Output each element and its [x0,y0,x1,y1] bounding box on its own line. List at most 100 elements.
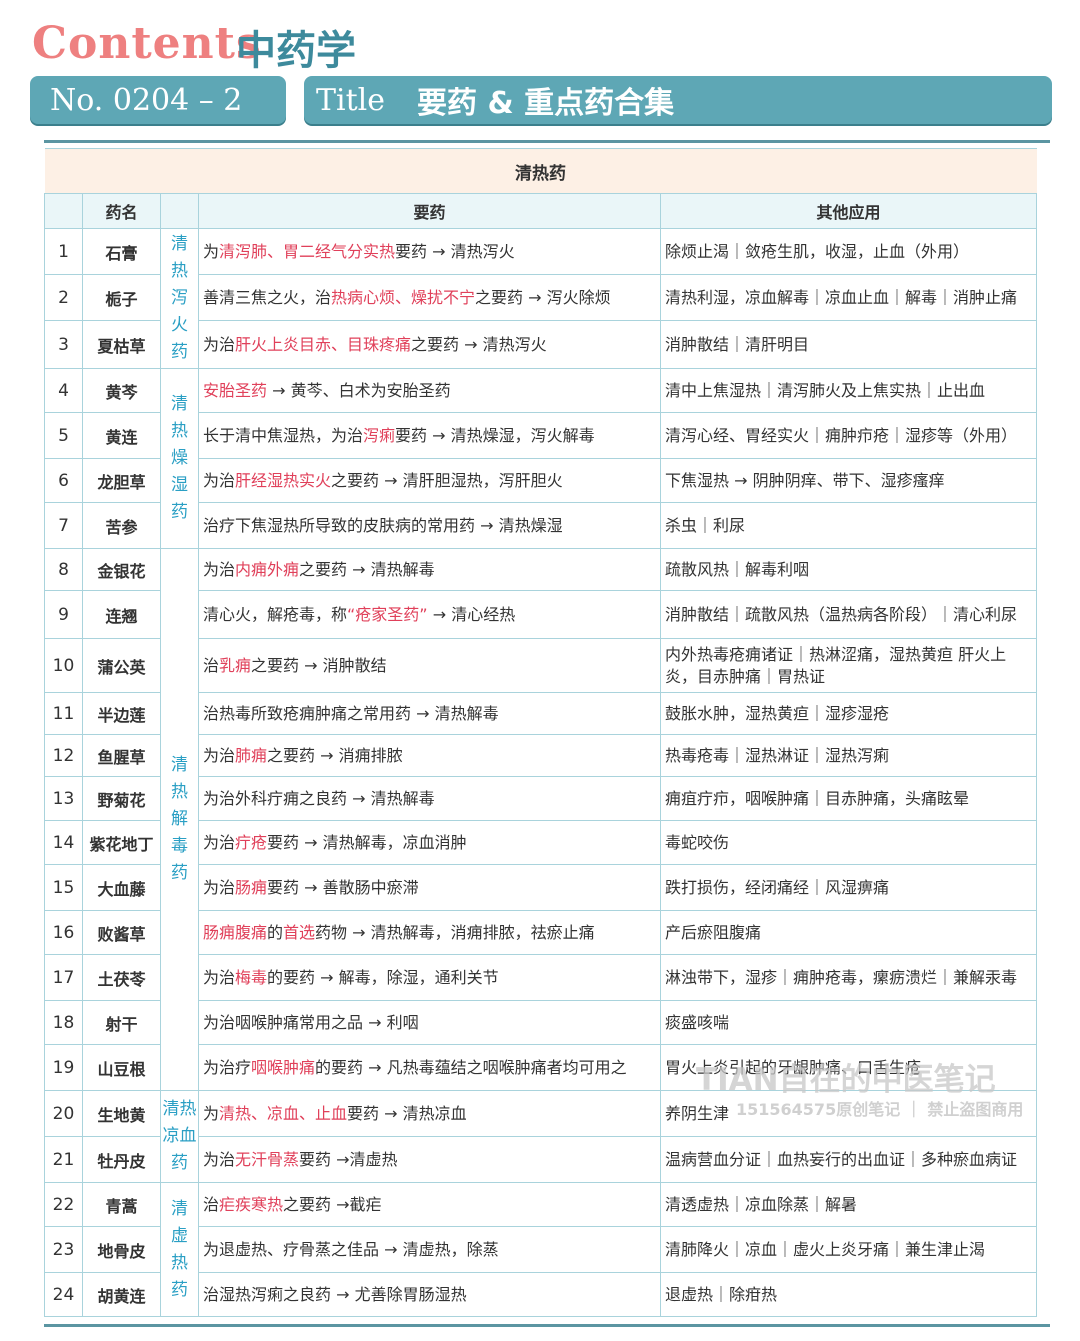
key-text: → 黄芩、白术为安胎圣药 [267,380,451,400]
other-use-cell: 清透虚热｜凉血除蒸｜解暑 [659,1182,1038,1227]
category-char: 热 [171,1252,188,1273]
key-highlight-text: 肝经湿热实火 [235,470,332,490]
category-char: 凉血 [162,1126,197,1146]
row-number: 5 [44,412,83,459]
other-use-cell: 消肿散结｜清肝明目 [659,320,1038,369]
row-number: 3 [44,320,83,369]
key-text: 为治 [203,559,236,579]
row-number: 17 [44,954,83,1001]
category-char: 热 [171,782,188,802]
other-use-cell: 消肿散结｜疏散风热（温热病各阶段）｜清心利尿 [659,590,1038,639]
category-char: 清 [171,1198,188,1219]
key-use-cell: 为治疔疮要药 → 清热解毒，凉血消肿 [198,820,661,865]
herb-name: 野菊花 [82,776,161,821]
key-text: 之要药 → 清肝胆湿热，泻肝胆火 [331,470,563,490]
key-text: 为治 [203,334,236,354]
row-number: 13 [44,776,83,821]
key-text: 治湿热泻痢之良药 → 尤善除胃肠湿热 [203,1284,467,1304]
key-highlight-text: “疮家圣药” [347,604,428,624]
bottom-rule [44,1324,1050,1327]
other-use-cell: 毒蛇咬伤 [659,820,1038,865]
key-use-cell: 安胎圣药 → 黄芩、白术为安胎圣药 [198,368,661,413]
key-highlight-text: 肺痈 [235,745,268,765]
key-use-cell: 为治外科疔痈之良药 → 清热解毒 [198,776,661,821]
row-number: 4 [44,368,83,413]
key-text: 为治 [203,470,236,490]
row-number: 22 [44,1182,83,1227]
herb-name: 山豆根 [82,1044,161,1091]
key-highlight-text: 泻痢 [363,425,396,445]
other-use-cell: 痈疽疔疖，咽喉肿痛｜目赤肿痛，头痛眩晕 [659,776,1038,821]
watermark-title: TIAN自在的中医笔记 [696,1062,996,1098]
herb-name: 大血藤 [82,864,161,911]
key-use-cell: 为治肝经湿热实火之要药 → 清肝胆湿热，泻肝胆火 [198,458,661,503]
key-text: 要药 → 清热解毒，凉血消肿 [267,832,467,852]
herb-name: 石膏 [82,228,161,275]
herb-name: 蒲公英 [82,638,161,693]
key-highlight-text: 肠痈腹痛 [203,922,268,942]
table-row: 8 金银花清热解毒药为治内痈外痈之要药 → 清热解毒 疏散风热｜解毒利咽 [44,548,1038,1091]
other-use-cell: 跌打损伤，经闭痛经｜风湿痹痛 [659,864,1038,911]
key-text: 为 [203,241,220,261]
key-use-cell: 为治肝火上炎目赤、目珠疼痛之要药 → 清热泻火 [198,320,661,369]
title-label: Title [316,82,386,118]
key-highlight-text: 内痈外痈 [235,559,300,579]
other-use-cell: 淋浊带下，湿疹｜痈肿疮毒，瘰疬溃烂｜兼解汞毒 [659,954,1038,1001]
key-use-cell: 肠痈腹痛的首选药物 → 清热解毒，消痈排脓，祛瘀止痛 [198,910,661,955]
key-highlight-text: 热病心烦、燥扰不宁 [331,287,476,307]
row-number: 9 [44,590,83,639]
key-use-cell: 长于清中焦湿热，为治泻痢要药 → 清热燥湿，泻火解毒 [198,412,661,459]
herb-name: 栀子 [82,274,161,321]
herb-name: 土茯苓 [82,954,161,1001]
col-category-header [160,193,199,229]
watermark-subtitle: 151564575原创笔记 ｜ 禁止盗图商用 [736,1100,1024,1119]
table-body: 1 石膏清热泻火药为清泻肺、胃二经气分实热要药 → 清热泻火 除烦止渴｜敛疮生肌，收… [44,228,1038,1317]
key-highlight-text: 疟疾寒热 [219,1194,284,1214]
other-use-cell: 清热利湿，凉血解毒｜凉血止血｜解毒｜消肿止痛 [659,274,1038,321]
herb-name: 败酱草 [82,910,161,955]
other-use-cell: 清中上焦湿热｜清泻肺火及上焦实热｜止出血 [659,368,1038,413]
key-text: 为治 [203,745,236,765]
key-use-cell: 为清泻肺、胃二经气分实热要药 → 清热泻火 [198,228,661,275]
key-highlight-text: 肝火上炎目赤、目珠疼痛 [235,334,412,354]
key-use-cell: 治乳痈之要药 → 消肿散结 [198,638,661,693]
key-text: 治热毒所致疮痈肿痛之常用药 → 清热解毒 [203,703,499,723]
category-cell: 清热解毒药 [160,548,199,1091]
key-use-cell: 为治咽喉肿痛常用之品 → 利咽 [198,1000,661,1045]
row-number: 20 [44,1090,83,1137]
key-highlight-text: 疔疮 [235,832,268,852]
key-text: 为治 [203,1149,236,1169]
key-use-cell: 治湿热泻痢之良药 → 尤善除胃肠湿热 [198,1272,661,1317]
row-number: 11 [44,692,83,735]
category-char: 药 [171,1279,188,1300]
key-text: 的要药 → 解毒，除湿，通利关节 [267,967,499,987]
category-char: 药 [171,342,188,362]
key-text: 之要药 → 消肿散结 [251,655,387,675]
other-use-cell: 清泻心经、胃经实火｜痈肿疖疮｜湿疹等（外用） [659,412,1038,459]
category-char: 清 [171,394,188,414]
herb-name: 黄连 [82,412,161,459]
key-highlight-text: 安胎圣药 [203,380,268,400]
key-text: 长于清中焦湿热，为治 [203,425,364,445]
key-text: 之要药 → 消痈排脓 [267,745,403,765]
table-row: 4 黄芩清热燥湿药安胎圣药 → 黄芩、白术为安胎圣药 清中上焦湿热｜清泻肺火及上焦实… [44,368,1038,549]
key-text: 的 [267,922,284,942]
herb-name: 牡丹皮 [82,1136,161,1183]
category-char: 毒 [171,836,188,856]
row-number: 19 [44,1044,83,1091]
row-number: 6 [44,458,83,503]
row-number: 16 [44,910,83,955]
key-highlight-text: 清泻肺、胃二经气分实热 [219,241,396,261]
herb-name: 苦参 [82,502,161,549]
key-text: 为治 [203,967,236,987]
category-cell: 清热 凉血药 [160,1090,199,1183]
category-char: 解 [171,809,188,829]
key-use-cell: 为清热、凉血、止血要药 → 清热凉血 [198,1090,661,1137]
key-text: 要药 → 清热燥湿，泻火解毒 [395,425,595,445]
table-row: 1 石膏清热泻火药为清泻肺、胃二经气分实热要药 → 清热泻火 除烦止渴｜敛疮生肌，收… [44,228,1038,369]
other-use-cell: 下焦湿热 → 阴肿阴痒、带下、湿疹瘙痒 [659,458,1038,503]
other-use-cell: 除烦止渴｜敛疮生肌，收湿，止血（外用） [659,228,1038,275]
category-char: 热 [171,261,188,281]
other-use-cell: 杀虫｜利尿 [659,502,1038,549]
key-text: 为治 [203,832,236,852]
